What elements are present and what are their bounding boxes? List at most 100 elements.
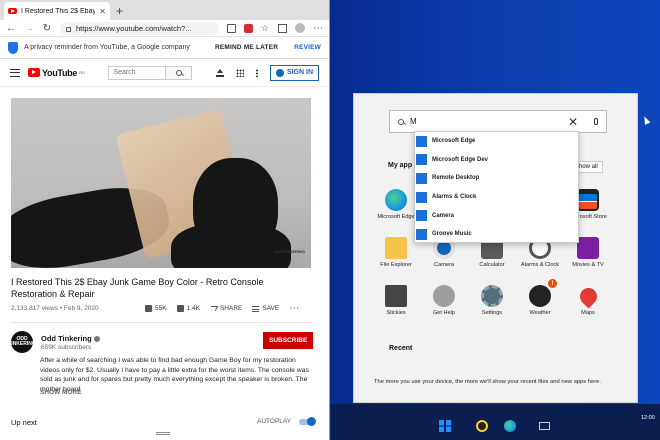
refresh-icon[interactable]: ↻ [42, 23, 52, 34]
suggestion-item[interactable]: Microsoft Edge Dev [415, 151, 578, 170]
youtube-region: RO [79, 70, 85, 75]
suggestion-label: Remote Desktop [432, 175, 480, 182]
hamburger-menu-icon[interactable] [10, 68, 20, 77]
upload-icon[interactable] [215, 68, 224, 77]
forward-icon[interactable]: → [24, 23, 34, 34]
youtube-extension-icon[interactable] [244, 23, 253, 33]
app-label: Maps [581, 310, 595, 316]
verified-icon [93, 335, 100, 342]
suggestion-item[interactable]: Alarms & Clock [415, 188, 578, 207]
channel-name-text: Odd Tinkering [41, 333, 92, 343]
app-tile-icon [416, 228, 427, 240]
search-icon [175, 69, 182, 76]
suggestion-item[interactable]: Groove Music [415, 225, 578, 244]
suggestion-label: Groove Music [432, 231, 472, 238]
maps-icon [575, 284, 601, 309]
app-label: Movies & TV [572, 262, 604, 268]
save-button[interactable]: SAVE [252, 305, 279, 312]
youtube-favicon-icon [8, 8, 17, 14]
stickies-icon [385, 285, 407, 307]
video-player[interactable]: ODDTINKERING [11, 98, 311, 268]
suggestion-item[interactable]: Microsoft Edge [415, 132, 578, 151]
review-button[interactable]: REVIEW [294, 44, 321, 51]
clear-search-icon[interactable]: ✕ [568, 115, 578, 129]
app-label: Settings [481, 310, 503, 316]
reading-view-icon[interactable] [227, 23, 236, 33]
share-button[interactable]: SHARE [208, 305, 243, 312]
new-tab-icon[interactable]: + [116, 4, 123, 18]
search-button[interactable] [166, 65, 193, 80]
autoplay-toggle[interactable] [299, 416, 317, 426]
more-actions-icon[interactable]: ⋯ [289, 303, 299, 314]
channel-name[interactable]: Odd Tinkering [41, 334, 100, 343]
favorites-icon[interactable]: ☆ [261, 23, 270, 33]
windows-start-icon[interactable] [439, 420, 451, 432]
sign-in-button[interactable]: SIGN IN [269, 64, 319, 81]
split-handle[interactable] [156, 432, 170, 435]
app-microsoft-edge[interactable]: Microsoft Edge [372, 189, 420, 231]
youtube-logo-text: YouTube [42, 67, 78, 78]
task-view-icon[interactable] [539, 422, 550, 430]
share-label: SHARE [219, 305, 243, 312]
browser-menu-icon[interactable]: ⋯ [313, 23, 323, 34]
suggestion-label: Camera [432, 212, 455, 219]
weather-taskbar-icon[interactable] [476, 420, 488, 432]
edge-icon [385, 189, 407, 211]
autoplay-control: AUTOPLAY [257, 416, 317, 426]
url-field[interactable]: https://www.youtube.com/watch?... [60, 21, 219, 35]
like-count: 55K [155, 305, 167, 312]
app-label: Camera [434, 262, 454, 268]
app-label: Microsoft Edge [377, 214, 415, 220]
up-next-heading: Up next [11, 418, 37, 427]
search-box [108, 65, 193, 80]
app-maps[interactable]: Maps [564, 284, 612, 327]
shield-icon [8, 41, 18, 54]
suggestion-item[interactable]: Remote Desktop [415, 169, 578, 188]
profile-icon[interactable] [295, 23, 305, 33]
thumbs-down-icon [176, 305, 184, 312]
browser-tab[interactable]: I Restored This 2$ Ebay Junk ✕ [4, 2, 110, 20]
collections-icon[interactable] [278, 23, 287, 33]
subscriber-count: 659K subscribers [41, 343, 92, 351]
app-label: Get Help [432, 310, 456, 316]
taskbar-clock[interactable]: 12:00 [641, 415, 655, 421]
remind-me-later-button[interactable]: REMIND ME LATER [215, 44, 278, 51]
more-vert-icon[interactable] [255, 68, 258, 77]
edge-taskbar-icon[interactable] [504, 420, 516, 432]
suggestion-item[interactable]: Camera [415, 206, 578, 225]
show-more-button[interactable]: SHOW MORE [40, 389, 82, 396]
search-input[interactable] [108, 65, 167, 80]
dislike-button[interactable]: 1.4K [176, 305, 200, 312]
channel-info: ODD TINKERING Odd Tinkering 659K subscri… [8, 331, 100, 353]
youtube-logo[interactable]: YouTube RO [28, 67, 85, 78]
like-button[interactable]: 55K [145, 305, 167, 312]
apps-grid-icon[interactable] [235, 68, 244, 77]
channel-avatar[interactable]: ODD TINKERING [8, 331, 36, 353]
app-weather[interactable]: ! Weather [516, 279, 564, 327]
video-meta: 2,133,817 views • Feb 9, 2020 [11, 305, 99, 312]
recent-heading: Recent [389, 345, 413, 352]
account-icon [275, 68, 284, 77]
start-search-box[interactable]: M ✕ [389, 110, 607, 133]
back-icon[interactable]: ← [6, 23, 16, 34]
app-file-explorer[interactable]: File Explorer [372, 237, 420, 279]
view-count: 2,133,817 views [11, 305, 58, 312]
app-tile-icon [416, 191, 427, 203]
microphone-icon[interactable] [594, 118, 598, 125]
video-overlay-logo: ODDTINKERING [274, 249, 305, 254]
taskbar [331, 404, 660, 440]
search-icon [398, 118, 404, 125]
app-get-help[interactable]: Get Help [420, 285, 468, 327]
share-icon [208, 306, 219, 311]
app-stickies[interactable]: Stickies [372, 285, 420, 327]
close-tab-icon[interactable]: ✕ [99, 7, 106, 16]
app-label: File Explorer [380, 262, 412, 268]
app-label: Weather [529, 310, 551, 316]
start-search-input[interactable]: M [410, 117, 562, 126]
reminder-text: A privacy reminder from YouTube, a Googl… [24, 44, 190, 51]
browser-window: I Restored This 2$ Ebay Junk ✕ + ← → ↻ h… [0, 0, 330, 440]
thumbs-up-icon [145, 305, 152, 312]
app-settings[interactable]: Settings [468, 285, 516, 327]
app-label: Alarms & Clock [520, 262, 560, 268]
subscribe-button[interactable]: SUBSCRIBE [263, 332, 314, 349]
